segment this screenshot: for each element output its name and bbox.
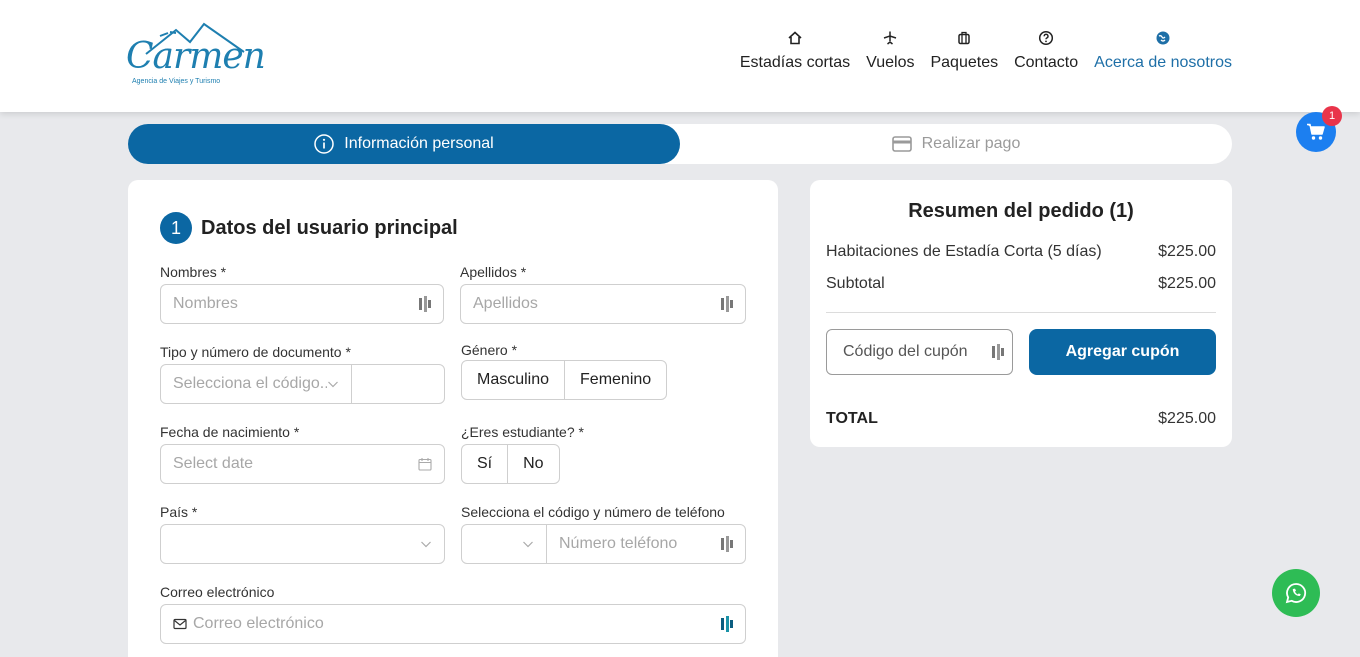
surnames-placeholder: Apellidos — [473, 295, 538, 312]
shopping-cart-icon — [1307, 123, 1325, 140]
credit-card-icon — [891, 136, 912, 152]
total-value: $225.00 — [1158, 410, 1216, 427]
phone-placeholder: Número teléfono — [559, 535, 678, 552]
document-label: Tipo y número de documento * — [160, 344, 351, 360]
section-number: 1 — [160, 212, 192, 244]
gender-option-masculino[interactable]: Masculino — [462, 361, 564, 399]
nav-item-acerca[interactable]: Acerca de nosotros — [1094, 30, 1232, 72]
birthdate-picker[interactable]: Select date — [160, 444, 445, 484]
brand-logo[interactable]: Carmen Agencia de Viajes y Turismo — [126, 22, 266, 90]
chevron-down-icon — [421, 541, 431, 548]
user-data-card: 1 Datos del usuario principal Nombres * … — [128, 180, 778, 657]
country-label: País * — [160, 504, 198, 520]
names-label: Nombres * — [160, 264, 227, 280]
birthdate-placeholder: Select date — [173, 455, 254, 472]
subtotal-label: Subtotal — [826, 275, 885, 292]
luggage-icon — [958, 31, 971, 45]
phone-number-input[interactable]: Número teléfono — [546, 524, 746, 564]
summary-subtotal: Subtotal $225.00 — [826, 275, 1216, 293]
student-option-no[interactable]: No — [507, 445, 558, 483]
divider — [826, 312, 1216, 313]
nav-item-estadias[interactable]: Estadías cortas — [740, 30, 850, 72]
calendar-icon — [418, 458, 432, 471]
student-toggle: Sí No — [461, 444, 560, 484]
nav-label: Contacto — [1014, 54, 1079, 71]
surnames-label: Apellidos * — [460, 264, 527, 280]
checkout-steps: Información personal Realizar pago — [128, 124, 1232, 164]
brand-name: Carmen — [126, 36, 266, 77]
document-type-placeholder: Selecciona el código... — [173, 375, 327, 392]
nav-label: Vuelos — [866, 54, 915, 71]
whatsapp-icon — [1285, 583, 1307, 604]
email-label: Correo electrónico — [160, 584, 275, 600]
gender-label: Género * — [461, 342, 518, 358]
summary-total: TOTAL $225.00 — [826, 410, 1216, 428]
surnames-input[interactable]: Apellidos — [460, 284, 746, 324]
password-manager-icon[interactable] — [419, 296, 431, 312]
brand-tagline: Agencia de Viajes y Turismo — [132, 78, 221, 85]
info-icon — [314, 134, 335, 154]
mail-icon — [173, 618, 187, 630]
plane-icon — [884, 31, 897, 45]
total-label: TOTAL — [826, 410, 878, 427]
question-icon — [1039, 30, 1054, 46]
chevron-down-icon — [328, 381, 338, 388]
section-title-text: Datos del usuario principal — [201, 216, 458, 239]
names-placeholder: Nombres — [173, 295, 238, 312]
summary-line-item: Habitaciones de Estadía Corta (5 días) $… — [826, 243, 1216, 261]
password-manager-icon[interactable] — [721, 536, 733, 552]
step-label: Realizar pago — [921, 135, 1021, 152]
gender-toggle: Masculino Femenino — [461, 360, 668, 400]
phone-code-select[interactable] — [461, 524, 547, 564]
nav-label: Paquetes — [930, 54, 999, 71]
phone-label: Selecciona el código y número de teléfon… — [461, 504, 725, 520]
coupon-input[interactable]: Código del cupón — [826, 329, 1013, 375]
email-placeholder: Correo electrónico — [193, 615, 324, 632]
names-input[interactable]: Nombres — [160, 284, 444, 324]
student-label: ¿Eres estudiante? * — [461, 424, 584, 440]
line-item-label: Habitaciones de Estadía Corta (5 días) — [826, 243, 1102, 260]
order-summary-card: Resumen del pedido (1) Habitaciones de E… — [810, 180, 1232, 447]
document-type-select[interactable]: Selecciona el código... — [160, 364, 352, 404]
step-personal-info[interactable]: Información personal — [128, 124, 680, 164]
home-icon — [788, 31, 802, 45]
line-item-value: $225.00 — [1158, 243, 1216, 260]
summary-title: Resumen del pedido (1) — [908, 200, 1134, 222]
gender-option-femenino[interactable]: Femenino — [564, 361, 666, 399]
site-header: Carmen Agencia de Viajes y Turismo Estad… — [0, 0, 1360, 112]
section-title: 1 Datos del usuario principal — [160, 212, 458, 244]
coupon-placeholder: Código del cupón — [843, 343, 968, 360]
add-coupon-button[interactable]: Agregar cupón — [1029, 329, 1216, 375]
email-input[interactable]: Correo electrónico — [160, 604, 746, 644]
nav-label: Acerca de nosotros — [1094, 54, 1232, 71]
subtotal-value: $225.00 — [1158, 275, 1216, 292]
nav-item-paquetes[interactable]: Paquetes — [930, 30, 998, 72]
cart-count-badge: 1 — [1322, 106, 1342, 126]
birthdate-label: Fecha de nacimiento * — [160, 424, 300, 440]
country-select[interactable] — [160, 524, 445, 564]
password-manager-icon[interactable] — [992, 344, 1004, 360]
nav-item-vuelos[interactable]: Vuelos — [866, 30, 914, 72]
step-label: Información personal — [344, 135, 494, 152]
chevron-down-icon — [523, 541, 533, 548]
document-number-input[interactable] — [351, 364, 445, 404]
whatsapp-button[interactable] — [1272, 569, 1320, 617]
nav-label: Estadías cortas — [739, 54, 851, 71]
password-manager-icon[interactable] — [721, 616, 733, 632]
password-manager-icon[interactable] — [721, 296, 733, 312]
student-option-si[interactable]: Sí — [462, 445, 507, 483]
main-nav: Estadías cortas Vuelos Paquetes Contacto… — [740, 30, 1232, 72]
nav-item-contacto[interactable]: Contacto — [1014, 30, 1078, 72]
step-payment[interactable]: Realizar pago — [680, 124, 1232, 164]
globe-icon — [1156, 31, 1170, 45]
